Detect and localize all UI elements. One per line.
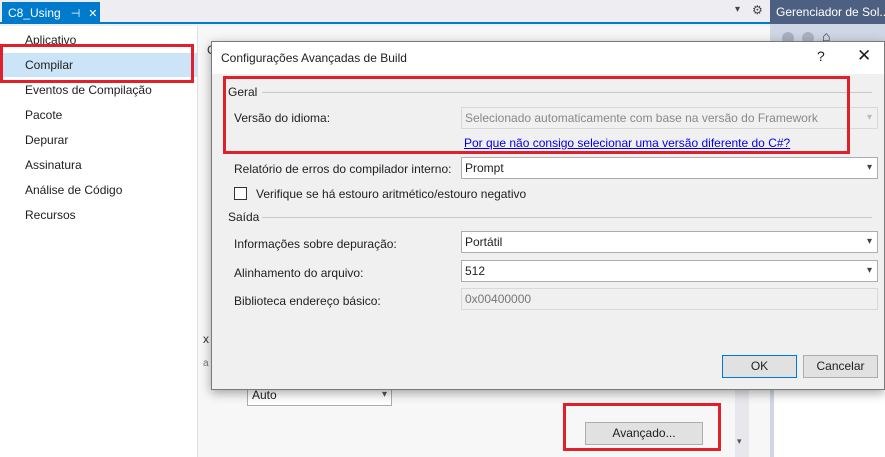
language-version-value: Selecionado automaticamente com base na … <box>465 111 818 125</box>
error-report-value: Prompt <box>465 161 504 175</box>
close-icon[interactable]: ✕ <box>857 46 871 66</box>
document-tab-title: C8_Using <box>8 6 61 20</box>
nav-item-aplicativo[interactable]: Aplicativo <box>0 28 197 52</box>
nav-item-depurar[interactable]: Depurar <box>0 128 197 152</box>
solution-explorer-title: Gerenciador de Sol... <box>770 0 885 24</box>
project-properties-nav: Aplicativo Compilar Eventos de Compilaçã… <box>0 26 197 457</box>
nav-item-recursos[interactable]: Recursos <box>0 203 197 227</box>
ok-button[interactable]: OK <box>722 355 797 378</box>
section-saida: Saída <box>228 210 260 224</box>
nav-item-analise-de-codigo[interactable]: Análise de Código <box>0 178 197 202</box>
debug-info-label: Informações sobre depuração: <box>234 237 397 251</box>
advanced-build-settings-dialog: Configurações Avançadas de Build ? ✕ Ger… <box>211 41 885 390</box>
language-version-select: Selecionado automaticamente com base na … <box>461 107 878 129</box>
section-divider <box>262 217 872 218</box>
gear-icon[interactable]: ⚙ <box>752 3 763 17</box>
background-text-fragment: a <box>203 358 209 369</box>
language-version-label: Versão do idioma: <box>234 111 331 125</box>
advanced-button[interactable]: Avançado... <box>585 422 703 445</box>
chevron-down-icon: ▾ <box>866 236 872 247</box>
dialog-title: Configurações Avançadas de Build <box>221 51 407 65</box>
language-version-help-link[interactable]: Por que não consigo selecionar uma versã… <box>464 136 790 150</box>
document-tab-bar: C8_Using ⊣ ✕ ▾ ⚙ <box>0 0 770 24</box>
nav-item-assinatura[interactable]: Assinatura <box>0 153 197 177</box>
overflow-check-checkbox[interactable] <box>234 187 247 200</box>
close-tab-icon[interactable]: ✕ <box>88 7 97 20</box>
nav-item-pacote[interactable]: Pacote <box>0 103 197 127</box>
error-report-select[interactable]: Prompt ▾ <box>461 157 878 179</box>
document-tab-c8-using[interactable]: C8_Using ⊣ ✕ <box>2 2 100 24</box>
cancel-button[interactable]: Cancelar <box>803 355 878 378</box>
nav-item-compilar[interactable]: Compilar <box>0 53 197 77</box>
debug-info-select[interactable]: Portátil ▾ <box>461 231 878 253</box>
scroll-down-icon[interactable]: ▾ <box>737 436 742 447</box>
chevron-down-icon: ▾ <box>866 265 872 276</box>
help-icon[interactable]: ? <box>817 48 825 64</box>
pin-icon[interactable]: ⊣ <box>71 7 81 20</box>
error-report-label: Relatório de erros do compilador interno… <box>234 162 452 176</box>
auto-combo-value: Auto <box>252 388 277 402</box>
nav-item-label: Compilar <box>25 58 74 72</box>
background-text-fragment: x <box>203 332 209 346</box>
chevron-down-icon: ▾ <box>866 162 872 173</box>
base-address-value: 0x00400000 <box>465 292 532 306</box>
base-address-label: Biblioteca endereço básico: <box>234 294 381 308</box>
base-address-input: 0x00400000 <box>461 288 878 310</box>
dialog-titlebar: Configurações Avançadas de Build ? ✕ <box>212 42 884 74</box>
section-divider <box>262 92 872 93</box>
nav-item-eventos-de-compilacao[interactable]: Eventos de Compilação <box>0 78 197 102</box>
selected-indicator-arrow <box>187 59 193 71</box>
section-geral: Geral <box>228 85 258 99</box>
chevron-down-icon: ▾ <box>866 112 872 123</box>
file-alignment-value: 512 <box>465 264 486 278</box>
debug-info-value: Portátil <box>465 235 503 249</box>
overflow-check-label: Verifique se há estouro aritmético/estou… <box>256 187 527 201</box>
file-alignment-label: Alinhamento do arquivo: <box>234 266 364 280</box>
tab-overflow-dropdown-icon[interactable]: ▾ <box>735 4 740 15</box>
file-alignment-select[interactable]: 512 ▾ <box>461 260 878 282</box>
